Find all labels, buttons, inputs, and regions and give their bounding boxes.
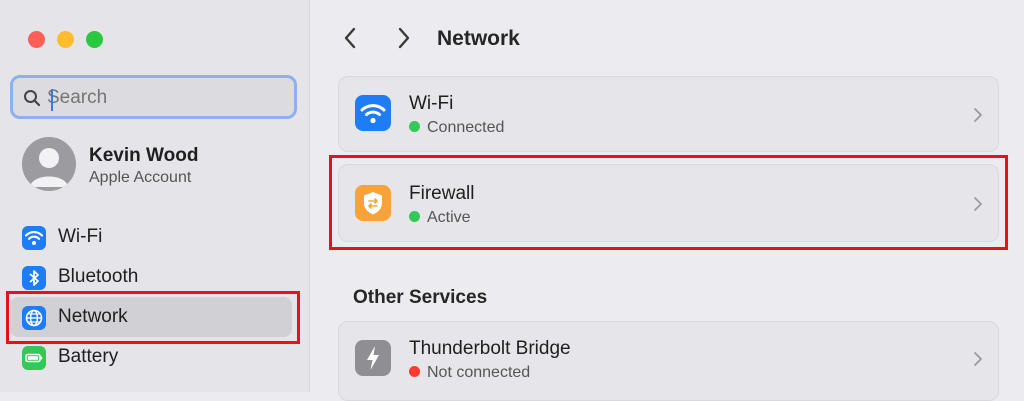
account-name[interactable]: Kevin Wood (89, 145, 198, 167)
back-button[interactable] (337, 24, 365, 52)
row-title: Thunderbolt Bridge (409, 338, 571, 359)
status-text: Active (427, 209, 471, 226)
search-input[interactable] (47, 86, 277, 110)
wifi-row[interactable]: Wi-Fi Connected (338, 76, 999, 152)
search-icon (24, 90, 41, 107)
person-icon (30, 148, 68, 187)
row-status: Connected (409, 119, 504, 137)
search-field[interactable] (10, 75, 297, 119)
chevron-right-icon (974, 352, 982, 366)
row-title: Wi-Fi (409, 93, 454, 114)
section-title-other-services: Other Services (353, 287, 488, 308)
bluetooth-icon (22, 266, 46, 290)
chevron-right-icon (974, 197, 982, 211)
row-status: Not connected (409, 364, 530, 382)
sidebar: Kevin Wood Apple Account Wi-Fi Bluetooth (0, 0, 310, 392)
chevron-right-icon (974, 108, 982, 122)
forward-button[interactable] (389, 24, 417, 52)
sidebar-item-label: Battery (58, 346, 119, 367)
text-caret (51, 89, 53, 111)
chevron-right-icon (398, 27, 410, 49)
battery-icon (22, 346, 46, 370)
sidebar-item-label: Wi-Fi (58, 226, 103, 247)
close-window-button[interactable] (28, 31, 45, 48)
status-text: Not connected (427, 364, 531, 381)
thunderbolt-icon (355, 340, 391, 376)
chevron-left-icon (344, 27, 356, 49)
globe-icon (22, 306, 46, 330)
account-subtitle[interactable]: Apple Account (89, 169, 191, 187)
wifi-icon (355, 95, 391, 131)
wifi-icon (22, 226, 46, 250)
status-dot (409, 121, 420, 132)
sidebar-item-bluetooth[interactable]: Bluetooth (10, 257, 292, 297)
sidebar-item-label: Bluetooth (58, 266, 139, 287)
status-dot (409, 211, 420, 222)
firewall-row[interactable]: Firewall Active (338, 164, 999, 242)
status-dot (409, 366, 420, 377)
status-text: Connected (427, 119, 505, 136)
thunderbolt-bridge-row[interactable]: Thunderbolt Bridge Not connected (338, 321, 999, 401)
main-panel: Network Wi-Fi Connected Firewall Active … (311, 0, 1024, 401)
row-status: Active (409, 209, 471, 227)
sidebar-item-battery[interactable]: Battery (10, 337, 292, 377)
sidebar-item-network[interactable]: Network (10, 297, 292, 337)
row-title: Firewall (409, 183, 475, 204)
minimize-window-button[interactable] (57, 31, 74, 48)
shield-icon (355, 185, 391, 221)
page-title: Network (437, 27, 520, 50)
sidebar-item-label: Network (58, 306, 128, 327)
avatar[interactable] (22, 137, 76, 191)
zoom-window-button[interactable] (86, 31, 103, 48)
sidebar-item-wifi[interactable]: Wi-Fi (10, 217, 292, 257)
